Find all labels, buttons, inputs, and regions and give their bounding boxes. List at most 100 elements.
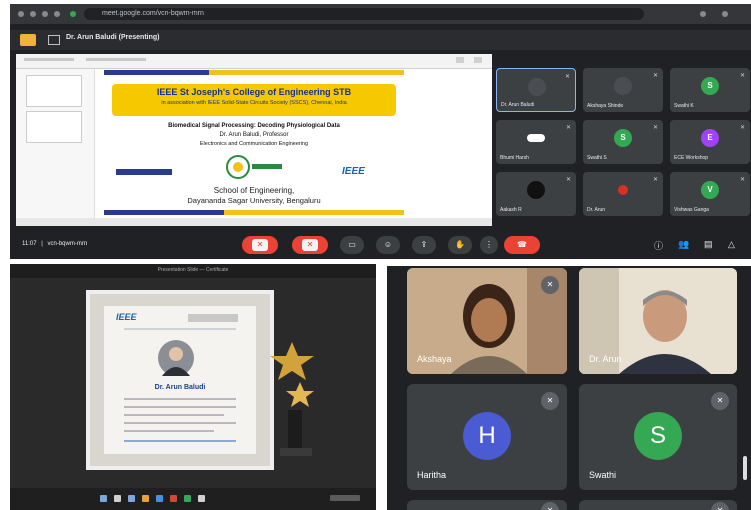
university-seal-logo: [226, 155, 282, 179]
taskbar-app-icon[interactable]: [156, 495, 163, 502]
people-icon[interactable]: 👥: [678, 239, 689, 250]
mic-off-icon: ✕: [739, 177, 745, 183]
search-icon[interactable]: [114, 495, 121, 502]
site-icon: [70, 11, 76, 17]
video-tile[interactable]: ✕ Akshaya: [407, 268, 567, 374]
camera-off-icon: ✕: [306, 240, 314, 249]
participant-tile[interactable]: ✕ Dr. Arun Baludi: [496, 68, 576, 112]
participant-tile[interactable]: V ✕ Vishwas Ganga: [670, 172, 750, 216]
mic-off-icon: ✕: [541, 502, 559, 510]
taskbar-app-icon[interactable]: [128, 495, 135, 502]
slide-footer-strip: [104, 210, 404, 215]
system-tray[interactable]: [330, 495, 360, 501]
presenting-badge-icon: [20, 34, 36, 46]
participant-name: Dr. Arun: [587, 207, 606, 213]
home-icon[interactable]: [54, 11, 60, 17]
meet-grid-window: ✕ Akshaya Dr. Arun H ✕ Haritha S ✕ Swath…: [387, 266, 751, 510]
captions-button[interactable]: ▭: [340, 236, 364, 254]
viewer-titlebar: Presentation Slide — Certificate: [10, 264, 376, 278]
activities-icon[interactable]: △: [728, 239, 735, 250]
video-tile[interactable]: ✕: [579, 500, 737, 510]
present-icon: ⇪: [420, 240, 428, 249]
meeting-controls-bar: 11:07 | vcn-bqwm-mrn ✕ ✕ ▭ ☺ ⇪ ✋ ⋮ ☎ ⓘ 👥…: [10, 232, 751, 259]
star-award-trophy: [270, 342, 314, 456]
video-tile[interactable]: Dr. Arun: [579, 268, 737, 374]
certificate-name: Dr. Arun Baludi: [154, 384, 206, 391]
speaker-photo: [158, 340, 194, 376]
speaker-name: Dr. Arun Baludi, Professor: [219, 132, 289, 138]
mic-off-icon: ✕: [739, 125, 745, 131]
taskbar-app-icon[interactable]: [142, 495, 149, 502]
taskbar-app-icon[interactable]: [170, 495, 177, 502]
shared-screen: IEEE St Joseph's College of Engineering …: [16, 54, 492, 226]
participant-avatar: H: [463, 412, 511, 460]
talk-title: Biomedical Signal Processing: Decoding P…: [168, 123, 340, 129]
info-icon[interactable]: ⓘ: [654, 239, 663, 252]
reload-icon[interactable]: [42, 11, 48, 17]
participant-avatar: [614, 77, 632, 95]
emoji-icon: ☺: [383, 240, 393, 249]
participant-tile[interactable]: S ✕ Swathi S: [583, 120, 663, 164]
participant-tile[interactable]: E ✕ ECE Workshop: [670, 120, 750, 164]
extension-icon[interactable]: [700, 11, 706, 17]
mic-off-icon: ✕: [564, 74, 570, 80]
partner-logo: [188, 314, 238, 322]
participant-name: Dr. Arun: [589, 354, 622, 364]
video-tile[interactable]: H ✕ Haritha: [407, 384, 567, 490]
taskbar-app-icon[interactable]: [184, 495, 191, 502]
participant-avatar: [528, 78, 546, 96]
participant-name: Swathi S: [587, 155, 607, 161]
mic-off-icon: ✕: [652, 177, 658, 183]
chat-icon[interactable]: ▤: [704, 239, 713, 250]
viewer-title: Presentation Slide — Certificate: [157, 267, 229, 273]
meeting-code: vcn-bqwm-mrn: [47, 241, 88, 247]
raise-hand-button[interactable]: ✋: [448, 236, 472, 254]
taskbar-app-icon[interactable]: [198, 495, 205, 502]
participant-tile[interactable]: S ✕ Swathi K: [670, 68, 750, 112]
participant-name: Akshaya: [417, 354, 452, 364]
more-vert-icon: ⋮: [485, 240, 493, 249]
phone-hangup-icon: ☎: [517, 240, 527, 249]
slide-header-strip: [104, 70, 404, 75]
participant-name: Swathi: [589, 470, 617, 480]
college-banner: IEEE St Joseph's College of Engineering …: [112, 84, 396, 116]
mic-off-icon: ✕: [711, 502, 729, 510]
participant-name: Haritha: [417, 470, 447, 480]
mic-off-icon: ✕: [565, 177, 571, 183]
video-tile[interactable]: ✕: [407, 500, 567, 510]
scrollbar[interactable]: [743, 456, 747, 480]
present-button[interactable]: ⇪: [412, 236, 436, 254]
forward-icon[interactable]: [30, 11, 36, 17]
participant-name: Dr. Arun Baludi: [501, 102, 535, 108]
windows-taskbar: [10, 488, 376, 510]
presenting-title: Dr. Arun Baludi (Presenting): [66, 34, 160, 41]
more-options-button[interactable]: ⋮: [480, 236, 498, 254]
mic-off-icon: ✕: [256, 240, 264, 249]
participant-tile[interactable]: ✕ Akshaya Shinde: [583, 68, 663, 112]
participant-name: Akshaya Shinde: [587, 103, 624, 109]
video-tile[interactable]: S ✕ Swathi: [579, 384, 737, 490]
ieee-logo: IEEE: [116, 312, 137, 322]
mic-toggle-button[interactable]: ✕: [242, 236, 278, 254]
back-icon[interactable]: [18, 11, 24, 17]
camera-toggle-button[interactable]: ✕: [292, 236, 328, 254]
participant-avatar: V: [701, 181, 719, 199]
reactions-button[interactable]: ☺: [376, 236, 400, 254]
mic-off-icon: ✕: [541, 392, 559, 410]
menu-icon[interactable]: [722, 11, 728, 17]
participant-name: Vishwas Ganga: [674, 207, 709, 213]
participant-avatar: [618, 185, 628, 195]
present-screen-icon: [48, 35, 60, 45]
mic-off-icon: ✕: [541, 276, 559, 294]
presentation-banner: Dr. Arun Baludi (Presenting): [10, 30, 751, 50]
hand-icon: ✋: [455, 240, 465, 249]
mic-off-icon: ✕: [711, 392, 729, 410]
certificate: IEEE Dr. Arun Baludi: [104, 306, 256, 454]
address-bar[interactable]: meet.google.com/vcn-bqwm-mrn: [84, 8, 644, 20]
participant-tile[interactable]: ✕ Dr. Arun: [583, 172, 663, 216]
participant-tile[interactable]: ✕ Bhumi Harsh: [496, 120, 576, 164]
certificate-frame: IEEE Dr. Arun Baludi: [86, 290, 274, 470]
start-icon[interactable]: [100, 495, 107, 502]
participant-tile[interactable]: ✕ Aakash R: [496, 172, 576, 216]
leave-call-button[interactable]: ☎: [504, 236, 540, 254]
